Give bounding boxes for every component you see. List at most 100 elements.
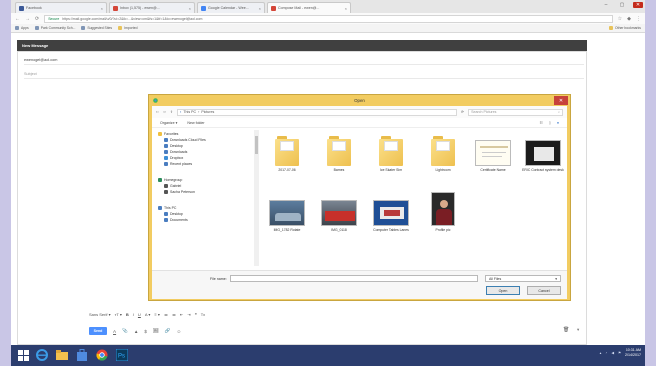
subject-field[interactable]: Subject xyxy=(24,69,584,79)
to-field[interactable]: ewenogel@aol.com xyxy=(24,55,584,65)
numbered-list-button[interactable]: ≔ xyxy=(164,312,168,317)
sidebar-item-downloads[interactable]: Downloads xyxy=(164,150,187,154)
align-button[interactable]: ≡ ▾ xyxy=(154,312,159,317)
drive-icon[interactable]: ▲ xyxy=(134,329,139,334)
underline-button[interactable]: U xyxy=(138,312,141,317)
menu-icon[interactable]: ⋮ xyxy=(636,16,641,22)
file-item-photo[interactable]: IMG_0118 xyxy=(316,200,362,232)
file-item-folder[interactable]: Barnes xyxy=(316,136,362,172)
sidebar-item-sacha[interactable]: Sacha Peterson xyxy=(164,190,195,194)
maximize-button[interactable]: ▢ xyxy=(617,2,627,8)
start-button[interactable] xyxy=(16,348,30,362)
dialog-close-button[interactable]: ✕ xyxy=(554,96,568,105)
sidebar-item-cloud-files[interactable]: Downloads Cloud Files xyxy=(164,138,206,142)
bookmark-park-community[interactable]: Park Community Sch... xyxy=(34,26,75,30)
minimize-button[interactable]: – xyxy=(601,2,611,8)
internet-explorer-button[interactable] xyxy=(35,348,49,362)
tab-close-icon[interactable]: × xyxy=(345,6,347,11)
money-icon[interactable]: $ xyxy=(144,329,147,334)
refresh-icon[interactable]: ⟳ xyxy=(461,110,464,114)
indent-more-button[interactable]: ⇥ xyxy=(187,312,190,317)
filetype-select[interactable]: All Files ▾ xyxy=(485,275,561,282)
dialog-search-input[interactable]: Search Pictures ⌕ xyxy=(468,108,563,116)
discard-draft-icon[interactable]: 🗑 xyxy=(563,327,569,333)
file-explorer-button[interactable] xyxy=(55,348,69,362)
bulleted-list-button[interactable]: ≔ xyxy=(172,312,176,317)
attach-file-icon[interactable]: 📎 xyxy=(122,328,128,334)
forward-icon[interactable]: ⇨ xyxy=(163,110,166,114)
send-button[interactable]: Send xyxy=(89,327,107,335)
bookmark-apps[interactable]: Apps xyxy=(15,26,29,30)
sidebar-item-favorites[interactable]: Favorites xyxy=(158,132,178,136)
sidebar-item-desktop[interactable]: Desktop xyxy=(164,144,183,148)
tab-inbox[interactable]: Inbox (1,575) - ewen@... × xyxy=(109,2,195,13)
windows-store-button[interactable] xyxy=(75,348,89,362)
sidebar-item-dropbox[interactable]: Dropbox xyxy=(164,156,183,160)
file-item-folder[interactable]: 2017-07-06 xyxy=(264,136,310,172)
italic-button[interactable]: I xyxy=(133,312,134,317)
path-segment[interactable]: Pictures xyxy=(201,110,214,114)
file-item-folder[interactable]: Lightroom xyxy=(420,136,466,172)
tab-facebook[interactable]: Facebook × xyxy=(15,2,107,13)
file-item-photo[interactable]: IMG_1782 Rotate xyxy=(264,200,310,232)
file-item-folder[interactable]: Ice Skater Sim xyxy=(368,136,414,172)
help-icon[interactable]: ● xyxy=(557,121,559,125)
flag-icon[interactable]: ⚑ xyxy=(618,351,621,355)
tray-arrow-icon[interactable]: ▴ xyxy=(600,351,602,355)
sidebar-item-gabriel[interactable]: Gabriel xyxy=(164,184,181,188)
tab-calendar[interactable]: Google Calendar - Wee... × xyxy=(197,2,265,13)
close-window-button[interactable]: ✕ xyxy=(633,2,643,8)
back-icon[interactable]: ← xyxy=(15,16,20,22)
formatting-options-icon[interactable]: A xyxy=(113,329,116,334)
sidebar-item-documents[interactable]: Documents xyxy=(164,218,188,222)
sidebar-item-pc-desktop[interactable]: Desktop xyxy=(164,212,183,216)
text-color-button[interactable]: A ▾ xyxy=(145,312,151,317)
new-folder-button[interactable]: New folder xyxy=(187,121,204,125)
view-options-icon[interactable]: ☷ xyxy=(540,121,543,125)
sidebar-item-homegroup[interactable]: Homegroup xyxy=(158,178,182,182)
sidebar-item-this-pc[interactable]: This PC xyxy=(158,206,176,210)
path-segment[interactable]: This PC xyxy=(183,110,196,114)
quote-button[interactable]: ❝ xyxy=(195,312,197,317)
other-bookmarks[interactable]: Other bookmarks xyxy=(608,26,641,30)
extension-icon[interactable]: ◆ xyxy=(627,16,631,22)
insert-link-icon[interactable]: 🔗 xyxy=(165,328,171,334)
emoji-icon[interactable]: ☺ xyxy=(177,329,182,334)
more-options-icon[interactable]: ▾ xyxy=(577,327,579,333)
file-item-photo[interactable]: Computer Tables Lanes xyxy=(368,200,414,232)
up-icon[interactable]: ⇧ xyxy=(170,110,173,114)
tab-compose[interactable]: Compose Mail - ewen@... × xyxy=(267,2,351,13)
tab-close-icon[interactable]: × xyxy=(259,6,261,11)
back-icon[interactable]: ⇦ xyxy=(156,110,159,114)
bookmark-imported[interactable]: Imported xyxy=(118,26,138,30)
clock[interactable]: 10:31 AM 2/14/2017 xyxy=(625,348,641,358)
tab-close-icon[interactable]: × xyxy=(101,6,103,11)
reload-icon[interactable]: ⟳ xyxy=(35,16,39,22)
cancel-button[interactable]: Cancel xyxy=(527,286,561,295)
insert-photo-icon[interactable]: 🖼 xyxy=(153,328,159,334)
font-size-select[interactable]: ᴛT ▾ xyxy=(115,312,122,317)
organize-button[interactable]: Organize ▾ xyxy=(160,121,177,125)
dialog-path-bar[interactable]: ▪ This PC › Pictures xyxy=(177,108,458,116)
remove-formatting-button[interactable]: Tx xyxy=(201,312,205,317)
file-item-document[interactable]: Certificate Name xyxy=(470,140,516,172)
bold-button[interactable]: B xyxy=(126,312,129,317)
forward-icon[interactable]: → xyxy=(25,16,30,22)
sidebar-item-recent-places[interactable]: Recent places xyxy=(164,162,192,166)
filename-input[interactable] xyxy=(230,275,478,282)
preview-pane-icon[interactable]: ▯ xyxy=(549,121,551,125)
address-bar[interactable]: Secure https://mail.google.com/mail/u/0/… xyxy=(44,14,613,23)
star-icon[interactable]: ☆ xyxy=(618,16,622,22)
file-item-screenshot[interactable]: ERIC Contract system desk xyxy=(520,140,566,172)
indent-less-button[interactable]: ⇤ xyxy=(180,312,183,317)
font-family-select[interactable]: Sans Serif ▾ xyxy=(89,312,111,317)
sidebar-scrollbar[interactable] xyxy=(254,130,259,266)
network-icon[interactable]: ◔ xyxy=(605,351,607,355)
volume-icon[interactable]: ◀ xyxy=(611,351,614,355)
file-item-photo[interactable]: Profile pic xyxy=(420,192,466,232)
scrollbar-thumb[interactable] xyxy=(255,136,258,154)
bookmark-suggested-sites[interactable]: Suggested Sites xyxy=(81,26,112,30)
chrome-button[interactable] xyxy=(95,348,109,362)
photoshop-button[interactable]: Ps xyxy=(115,348,129,362)
tab-close-icon[interactable]: × xyxy=(189,6,191,11)
